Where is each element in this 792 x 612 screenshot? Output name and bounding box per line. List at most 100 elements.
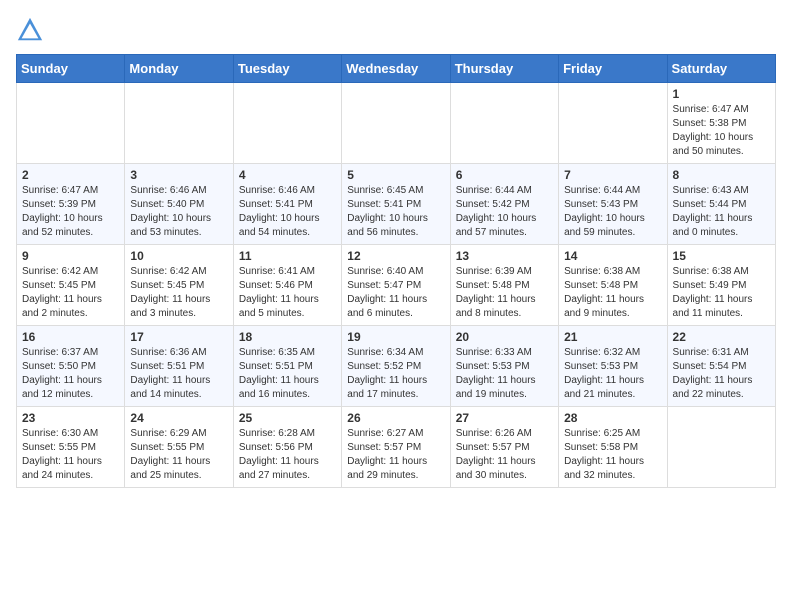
calendar-cell: 3 Sunrise: 6:46 AM Sunset: 5:40 PM Daylig… (125, 164, 233, 245)
day-info: Sunrise: 6:35 AM Sunset: 5:51 PM Dayligh… (239, 346, 336, 402)
day-info: Sunrise: 6:39 AM Sunset: 5:48 PM Dayligh… (456, 265, 553, 321)
day-number: 10 (130, 249, 227, 263)
calendar-cell: 28 Sunrise: 6:25 AM Sunset: 5:58 PM Dayli… (559, 407, 667, 488)
day-info: Sunrise: 6:47 AM Sunset: 5:39 PM Dayligh… (22, 184, 119, 240)
day-info: Sunrise: 6:44 AM Sunset: 5:42 PM Dayligh… (456, 184, 553, 240)
day-info: Sunrise: 6:37 AM Sunset: 5:50 PM Dayligh… (22, 346, 119, 402)
day-number: 23 (22, 411, 119, 425)
calendar-cell: 21 Sunrise: 6:32 AM Sunset: 5:53 PM Dayli… (559, 326, 667, 407)
day-number: 12 (347, 249, 444, 263)
calendar-week-row: 16 Sunrise: 6:37 AM Sunset: 5:50 PM Dayli… (17, 326, 776, 407)
day-info: Sunrise: 6:46 AM Sunset: 5:41 PM Dayligh… (239, 184, 336, 240)
day-number: 18 (239, 330, 336, 344)
day-info: Sunrise: 6:45 AM Sunset: 5:41 PM Dayligh… (347, 184, 444, 240)
weekday-header-sunday: Sunday (17, 55, 125, 83)
calendar-cell: 13 Sunrise: 6:39 AM Sunset: 5:48 PM Dayli… (450, 245, 558, 326)
calendar-cell (559, 83, 667, 164)
calendar-cell: 22 Sunrise: 6:31 AM Sunset: 5:54 PM Dayli… (667, 326, 775, 407)
calendar-cell: 16 Sunrise: 6:37 AM Sunset: 5:50 PM Dayli… (17, 326, 125, 407)
calendar-cell: 4 Sunrise: 6:46 AM Sunset: 5:41 PM Daylig… (233, 164, 341, 245)
calendar-cell: 27Sunrise: 6:26 AM Sunset: 5:57 PM Dayli… (450, 407, 558, 488)
calendar-cell (342, 83, 450, 164)
calendar-cell: 24Sunrise: 6:29 AM Sunset: 5:55 PM Dayli… (125, 407, 233, 488)
day-number: 19 (347, 330, 444, 344)
calendar-week-row: 23 Sunrise: 6:30 AM Sunset: 5:55 PM Dayli… (17, 407, 776, 488)
day-info: Sunrise: 6:30 AM Sunset: 5:55 PM Dayligh… (22, 427, 119, 483)
day-number: 16 (22, 330, 119, 344)
day-number: 5 (347, 168, 444, 182)
calendar-cell: 10 Sunrise: 6:42 AM Sunset: 5:45 PM Dayli… (125, 245, 233, 326)
calendar-cell: 9 Sunrise: 6:42 AM Sunset: 5:45 PM Daylig… (17, 245, 125, 326)
day-number: 26 (347, 411, 444, 425)
weekday-header-monday: Monday (125, 55, 233, 83)
day-info: Sunrise: 6:47 AM Sunset: 5:38 PM Dayligh… (673, 103, 770, 159)
day-number: 7 (564, 168, 661, 182)
day-number: 4 (239, 168, 336, 182)
day-number: 6 (456, 168, 553, 182)
day-info: Sunrise: 6:36 AM Sunset: 5:51 PM Dayligh… (130, 346, 227, 402)
day-info: Sunrise: 6:42 AM Sunset: 5:45 PM Dayligh… (22, 265, 119, 321)
calendar-cell: 19 Sunrise: 6:34 AM Sunset: 5:52 PM Dayli… (342, 326, 450, 407)
day-number: 17 (130, 330, 227, 344)
calendar-cell: 2 Sunrise: 6:47 AM Sunset: 5:39 PM Daylig… (17, 164, 125, 245)
weekday-header-friday: Friday (559, 55, 667, 83)
day-number: 13 (456, 249, 553, 263)
calendar-cell: 1 Sunrise: 6:47 AM Sunset: 5:38 PM Daylig… (667, 83, 775, 164)
day-info: Sunrise: 6:44 AM Sunset: 5:43 PM Dayligh… (564, 184, 661, 240)
day-number: 1 (673, 87, 770, 101)
logo (16, 16, 48, 44)
calendar-cell: 8Sunrise: 6:43 AM Sunset: 5:44 PM Daylig… (667, 164, 775, 245)
day-number: 11 (239, 249, 336, 263)
calendar-cell: 7 Sunrise: 6:44 AM Sunset: 5:43 PM Daylig… (559, 164, 667, 245)
weekday-header-tuesday: Tuesday (233, 55, 341, 83)
day-info: Sunrise: 6:42 AM Sunset: 5:45 PM Dayligh… (130, 265, 227, 321)
day-info: Sunrise: 6:46 AM Sunset: 5:40 PM Dayligh… (130, 184, 227, 240)
day-info: Sunrise: 6:38 AM Sunset: 5:48 PM Dayligh… (564, 265, 661, 321)
day-info: Sunrise: 6:34 AM Sunset: 5:52 PM Dayligh… (347, 346, 444, 402)
day-info: Sunrise: 6:33 AM Sunset: 5:53 PM Dayligh… (456, 346, 553, 402)
page-header (16, 16, 776, 44)
calendar-cell: 12 Sunrise: 6:40 AM Sunset: 5:47 PM Dayli… (342, 245, 450, 326)
day-info: Sunrise: 6:40 AM Sunset: 5:47 PM Dayligh… (347, 265, 444, 321)
day-number: 22 (673, 330, 770, 344)
calendar-cell: 25 Sunrise: 6:28 AM Sunset: 5:56 PM Dayli… (233, 407, 341, 488)
day-number: 24 (130, 411, 227, 425)
day-number: 3 (130, 168, 227, 182)
calendar-cell: 26 Sunrise: 6:27 AM Sunset: 5:57 PM Dayli… (342, 407, 450, 488)
calendar-week-row: 9 Sunrise: 6:42 AM Sunset: 5:45 PM Daylig… (17, 245, 776, 326)
day-number: 15 (673, 249, 770, 263)
day-number: 27 (456, 411, 553, 425)
calendar-cell (125, 83, 233, 164)
calendar-cell: 20 Sunrise: 6:33 AM Sunset: 5:53 PM Dayli… (450, 326, 558, 407)
calendar-cell (17, 83, 125, 164)
calendar-cell: 15Sunrise: 6:38 AM Sunset: 5:49 PM Dayli… (667, 245, 775, 326)
day-info: Sunrise: 6:31 AM Sunset: 5:54 PM Dayligh… (673, 346, 770, 402)
calendar-cell: 23 Sunrise: 6:30 AM Sunset: 5:55 PM Dayli… (17, 407, 125, 488)
day-number: 21 (564, 330, 661, 344)
day-info: Sunrise: 6:25 AM Sunset: 5:58 PM Dayligh… (564, 427, 661, 483)
calendar-cell: 17 Sunrise: 6:36 AM Sunset: 5:51 PM Dayli… (125, 326, 233, 407)
day-info: Sunrise: 6:27 AM Sunset: 5:57 PM Dayligh… (347, 427, 444, 483)
weekday-header-thursday: Thursday (450, 55, 558, 83)
calendar-cell: 5 Sunrise: 6:45 AM Sunset: 5:41 PM Daylig… (342, 164, 450, 245)
calendar-week-row: 1 Sunrise: 6:47 AM Sunset: 5:38 PM Daylig… (17, 83, 776, 164)
weekday-header-saturday: Saturday (667, 55, 775, 83)
calendar-cell (233, 83, 341, 164)
weekday-header-wednesday: Wednesday (342, 55, 450, 83)
calendar-week-row: 2 Sunrise: 6:47 AM Sunset: 5:39 PM Daylig… (17, 164, 776, 245)
day-info: Sunrise: 6:41 AM Sunset: 5:46 PM Dayligh… (239, 265, 336, 321)
calendar-cell: 11 Sunrise: 6:41 AM Sunset: 5:46 PM Dayli… (233, 245, 341, 326)
day-info: Sunrise: 6:28 AM Sunset: 5:56 PM Dayligh… (239, 427, 336, 483)
day-number: 8 (673, 168, 770, 182)
calendar-cell: 18 Sunrise: 6:35 AM Sunset: 5:51 PM Dayli… (233, 326, 341, 407)
day-number: 28 (564, 411, 661, 425)
day-number: 25 (239, 411, 336, 425)
day-number: 20 (456, 330, 553, 344)
day-info: Sunrise: 6:32 AM Sunset: 5:53 PM Dayligh… (564, 346, 661, 402)
calendar-cell: 14 Sunrise: 6:38 AM Sunset: 5:48 PM Dayli… (559, 245, 667, 326)
day-number: 9 (22, 249, 119, 263)
day-number: 2 (22, 168, 119, 182)
calendar-cell (667, 407, 775, 488)
day-number: 14 (564, 249, 661, 263)
calendar-table: SundayMondayTuesdayWednesdayThursdayFrid… (16, 54, 776, 488)
